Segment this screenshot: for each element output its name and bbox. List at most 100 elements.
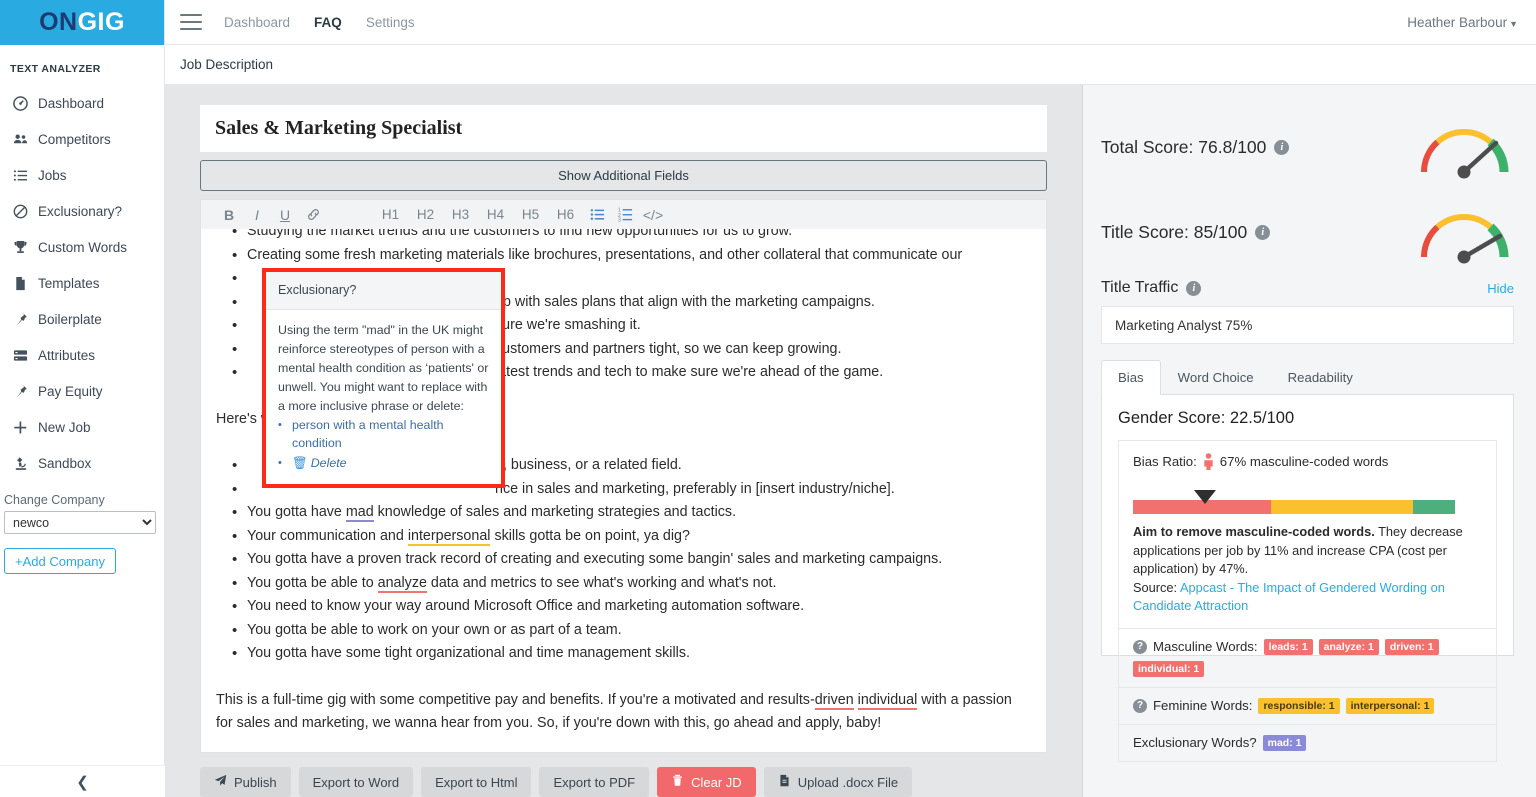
exclusionary-popup-body: Using the term "mad" in the UK might rei… <box>266 310 501 484</box>
trash-icon <box>671 774 684 790</box>
export-html-button[interactable]: Export to Html <box>421 767 532 797</box>
total-score-gauge <box>1420 128 1509 178</box>
masculine-word-badge[interactable]: individual: 1 <box>1133 660 1205 677</box>
user-menu[interactable]: Heather Barbour ▼ <box>1407 15 1518 30</box>
editor-content: Studying the market trends and the custo… <box>214 229 1033 736</box>
sidebar-item-custom-words[interactable]: Custom Words <box>0 229 164 265</box>
show-additional-fields-button[interactable]: Show Additional Fields <box>200 160 1047 191</box>
underline-button[interactable]: U <box>271 202 299 228</box>
text-post: skills gotta be on point, ya dig? <box>490 527 690 544</box>
list-item: You gotta have some tight organizational… <box>214 642 1033 666</box>
heading-1-button[interactable]: H1 <box>373 202 408 228</box>
tab-readability[interactable]: Readability <box>1271 360 1370 395</box>
sidebar-item-pay-equity[interactable]: Pay Equity <box>0 373 164 409</box>
feminine-word-badge[interactable]: responsible: 1 <box>1258 697 1340 714</box>
exclusionary-words-label: Exclusionary Words? <box>1133 735 1257 750</box>
flagged-word-driven[interactable]: driven <box>814 691 854 710</box>
tab-bias[interactable]: Bias <box>1101 360 1161 395</box>
job-title-field[interactable]: Sales & Marketing Specialist <box>200 105 1047 152</box>
company-select[interactable]: newco <box>4 511 156 534</box>
flagged-word-interpersonal[interactable]: interpersonal <box>407 527 491 546</box>
sidebar-item-label: Pay Equity <box>38 383 103 399</box>
topnav-link-faq[interactable]: FAQ <box>314 15 342 30</box>
sidebar-item-boilerplate[interactable]: Boilerplate <box>0 301 164 337</box>
info-icon[interactable]: i <box>1255 225 1271 240</box>
numbered-list-icon[interactable]: 123 <box>611 202 639 228</box>
code-view-button[interactable]: </> <box>639 202 667 228</box>
heading-2-button[interactable]: H2 <box>408 202 443 228</box>
heading-5-button[interactable]: H5 <box>513 202 548 228</box>
sidebar-item-attributes[interactable]: Attributes <box>0 337 164 373</box>
bold-label: B <box>223 206 235 223</box>
sidebar-item-dashboard[interactable]: Dashboard <box>0 85 164 121</box>
sidebar-item-competitors[interactable]: Competitors <box>0 121 164 157</box>
info-icon[interactable]: i <box>1186 280 1202 296</box>
masculine-word-badge[interactable]: driven: 1 <box>1384 638 1439 655</box>
pin-icon <box>12 311 28 327</box>
title-traffic-text: Title Traffic <box>1101 279 1179 296</box>
tab-word-choice[interactable]: Word Choice <box>1161 360 1271 395</box>
masculine-word-badge[interactable]: leads: 1 <box>1263 638 1313 655</box>
chevron-down-icon: ▼ <box>1509 18 1518 29</box>
heading-4-button[interactable]: H4 <box>478 202 513 228</box>
sidebar-item-label: Sandbox <box>38 455 92 471</box>
sidebar-item-sandbox[interactable]: Sandbox <box>0 445 164 481</box>
exclusionary-word-badge[interactable]: mad: 1 <box>1262 734 1307 751</box>
sidebar-item-label: Templates <box>38 275 100 291</box>
text-pre: You gotta be able to <box>247 574 378 591</box>
masculine-word-badge[interactable]: analyze: 1 <box>1318 638 1379 655</box>
publish-button[interactable]: Publish <box>200 767 291 797</box>
sidebar-item-label: New Job <box>38 419 91 435</box>
export-pdf-button[interactable]: Export to PDF <box>539 767 650 797</box>
text-post: data and metrics to see what's working a… <box>426 574 777 591</box>
format-toolbar: B I U H1 H2 H3 H4 H5 H6 123 </> <box>200 199 1047 229</box>
feminine-word-badge[interactable]: interpersonal: 1 <box>1345 697 1435 714</box>
bold-button[interactable]: B <box>215 202 243 228</box>
sidebar-item-jobs[interactable]: Jobs <box>0 157 164 193</box>
sidebar-section-title: TEXT ANALYZER <box>10 63 101 75</box>
exclusionary-popup-text: Using the term "mad" in the UK might rei… <box>278 323 489 413</box>
ban-icon <box>12 203 28 219</box>
sidebar-item-new-job[interactable]: New Job <box>0 409 164 445</box>
delete-label: Delete <box>310 456 347 470</box>
hamburger-menu-icon[interactable] <box>180 14 202 30</box>
app-logo[interactable]: ONGIG <box>0 0 164 45</box>
link-icon[interactable] <box>299 202 327 228</box>
bar-segment-green <box>1413 500 1455 514</box>
sidebar-item-templates[interactable]: Templates <box>0 265 164 301</box>
sidebar-collapse-button[interactable]: ❮ <box>0 765 165 797</box>
bias-ratio-row: Bias Ratio: 67% masculine-coded words <box>1133 453 1482 470</box>
delete-item[interactable]: 🗑Delete <box>278 454 489 472</box>
trophy-icon <box>12 239 28 255</box>
help-icon[interactable]: ? <box>1133 639 1147 654</box>
suggestion-item[interactable]: person with a mental health condition <box>278 416 489 452</box>
text-pre: You gotta have <box>247 504 346 520</box>
heading-3-button[interactable]: H3 <box>443 202 478 228</box>
exclusionary-popup: Exclusionary? Using the term "mad" in th… <box>262 268 505 488</box>
source-link[interactable]: Appcast - The Impact of Gendered Wording… <box>1133 580 1445 614</box>
heading-6-button[interactable]: H6 <box>548 202 583 228</box>
bias-advice-bold: Aim to remove masculine-coded words. <box>1133 524 1375 539</box>
italic-button[interactable]: I <box>243 202 271 228</box>
info-icon[interactable]: i <box>1274 140 1290 155</box>
title-traffic-value: Marketing Analyst 75% <box>1101 306 1514 344</box>
topnav-link-dashboard[interactable]: Dashboard <box>224 15 290 30</box>
title-traffic-header: Title Traffic i Hide <box>1101 279 1514 297</box>
clear-jd-label: Clear JD <box>691 774 742 790</box>
flagged-word-mad[interactable]: mad <box>345 504 374 522</box>
bullet-list-icon[interactable] <box>583 202 611 228</box>
flagged-word-analyze[interactable]: analyze <box>377 574 427 593</box>
export-word-button[interactable]: Export to Word <box>298 767 414 797</box>
hide-link[interactable]: Hide <box>1487 281 1514 296</box>
total-score-row: Total Score: 76.8/100 i <box>1101 105 1514 190</box>
add-company-button[interactable]: +Add Company <box>4 548 116 574</box>
clear-jd-button[interactable]: Clear JD <box>657 767 756 797</box>
topnav-link-settings[interactable]: Settings <box>366 15 415 30</box>
upload-docx-label: Upload .docx File <box>797 774 899 790</box>
job-description-editor[interactable]: Studying the market trends and the custo… <box>200 229 1047 753</box>
flagged-word-individual[interactable]: individual <box>857 691 918 710</box>
upload-docx-button[interactable]: Upload .docx File <box>763 767 913 797</box>
help-icon[interactable]: ? <box>1133 698 1147 713</box>
exclusionary-suggestion-list: person with a mental health condition 🗑D… <box>278 416 489 472</box>
sidebar-item-exclusionary[interactable]: Exclusionary? <box>0 193 164 229</box>
